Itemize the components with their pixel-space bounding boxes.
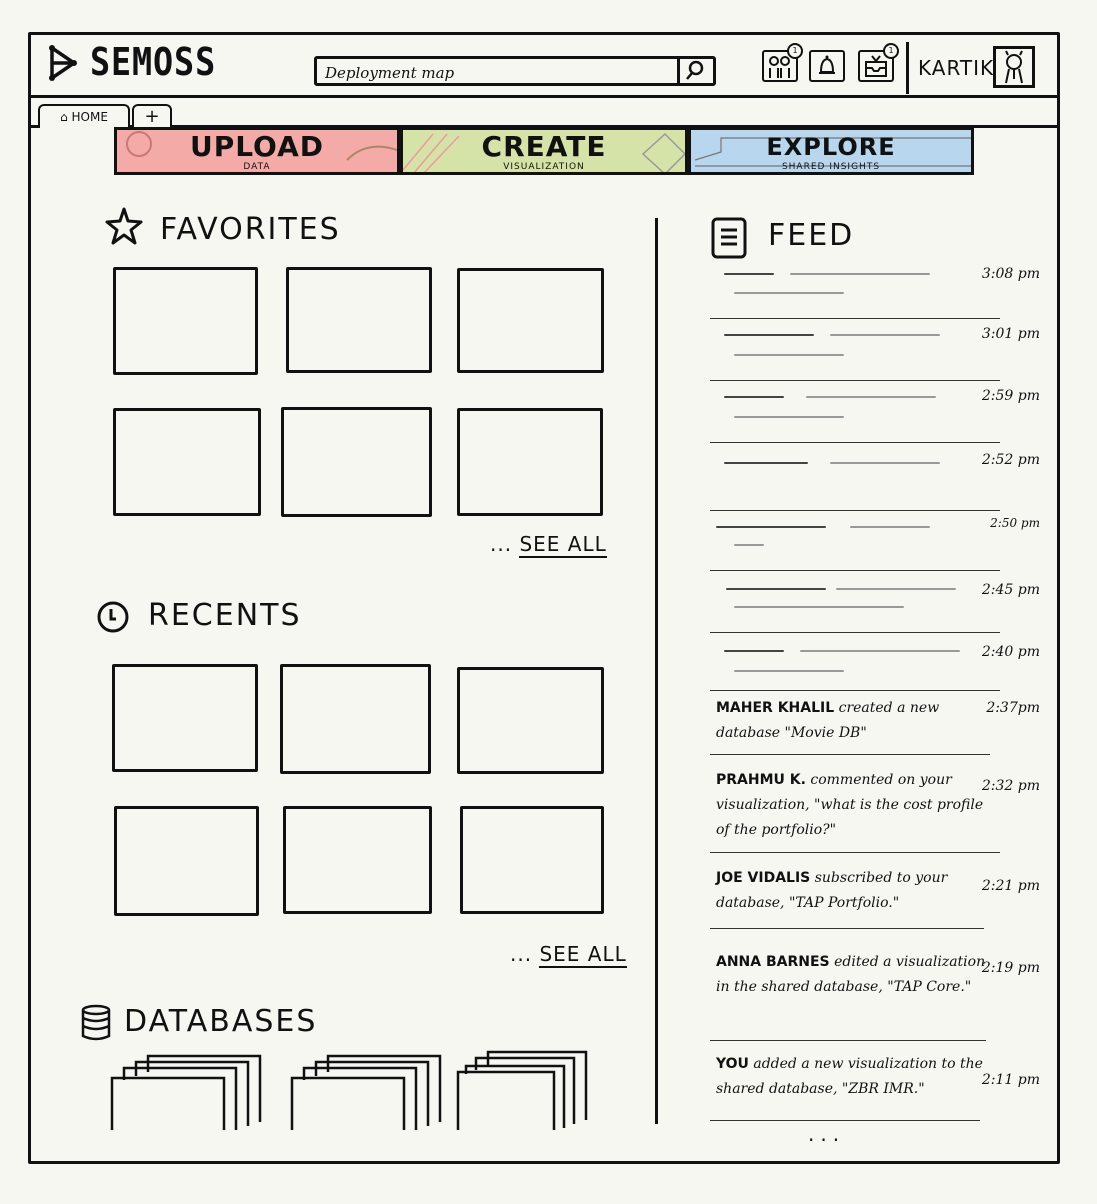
bell-icon	[819, 55, 835, 74]
feed-item-body: YOU added a new visualization to the sha…	[716, 1052, 986, 1102]
favorite-card[interactable]	[113, 408, 261, 516]
create-visualization-button[interactable]: CREATE VISUALIZATION	[400, 127, 688, 175]
tab-home[interactable]: ⌂ HOME	[38, 104, 130, 128]
favorite-card[interactable]	[457, 268, 604, 373]
feed-time: 2:21 pm	[981, 878, 1040, 894]
avatar[interactable]	[993, 46, 1035, 88]
feed-user[interactable]: MAHER KHALIL	[716, 700, 834, 716]
column-divider	[655, 218, 658, 1124]
feed-time: 2:59 pm	[981, 388, 1040, 404]
recent-card[interactable]	[460, 806, 604, 914]
favorites-see-all-ellipsis: ...	[490, 532, 513, 556]
feed-user[interactable]: YOU	[716, 1056, 749, 1072]
recent-card[interactable]	[114, 806, 259, 916]
feed-item[interactable]: YOU added a new visualization to the sha…	[710, 1052, 1040, 1124]
recent-card[interactable]	[280, 664, 431, 774]
feed-user[interactable]: ANNA BARNES	[716, 954, 830, 970]
database-stack[interactable]	[288, 1052, 448, 1132]
explore-subtitle: SHARED INSIGHTS	[781, 162, 881, 172]
app-logo-text[interactable]: SEMOSS	[90, 40, 216, 84]
tab-home-label: HOME	[71, 110, 108, 124]
feed-item-placeholder[interactable]: 2:59 pm	[710, 382, 1040, 443]
feed-time: 2:32 pm	[981, 778, 1040, 794]
upload-data-button[interactable]: UPLOAD DATA	[114, 127, 400, 175]
recent-card[interactable]	[457, 667, 604, 774]
inbox-button[interactable]: 1	[858, 43, 899, 82]
feed-time: 2:37pm	[986, 700, 1040, 716]
search-bar	[314, 56, 716, 86]
feed-item-placeholder[interactable]: 2:40 pm	[710, 640, 1040, 691]
feed-time: 3:01 pm	[981, 326, 1040, 342]
explore-title: EXPLORE	[766, 133, 896, 161]
feed-time: 2:19 pm	[981, 960, 1040, 976]
new-tab-button[interactable]: +	[132, 104, 172, 128]
feed-time: 2:45 pm	[981, 582, 1040, 598]
favorite-card[interactable]	[113, 267, 258, 375]
feed-time: 2:11 pm	[981, 1072, 1040, 1088]
feed-item-body: MAHER KHALIL created a new database "Mov…	[716, 696, 986, 746]
inbox-badge: 1	[883, 43, 899, 59]
favorites-title: FAVORITES	[160, 212, 341, 247]
recent-card[interactable]	[283, 806, 432, 914]
upload-title: UPLOAD	[189, 130, 325, 163]
search-icon	[686, 60, 704, 80]
feed-time: 2:52 pm	[981, 452, 1040, 468]
feed-item-placeholder[interactable]: 3:01 pm	[710, 322, 1040, 381]
feed-item-placeholder[interactable]: 2:50 pm	[710, 512, 1040, 571]
database-icon	[81, 1004, 111, 1041]
database-stack[interactable]	[108, 1052, 268, 1132]
clock-icon	[97, 601, 129, 633]
user-avatar-icon	[1005, 50, 1023, 84]
favorite-card[interactable]	[286, 267, 432, 373]
feed-time: 3:08 pm	[981, 266, 1040, 282]
notifications-button[interactable]	[809, 50, 845, 82]
semoss-logo-icon	[49, 45, 77, 81]
favorites-see-all-label: SEE ALL	[519, 532, 607, 558]
user-name[interactable]: KARTIK	[918, 56, 994, 80]
header-divider	[906, 42, 909, 94]
recent-card[interactable]	[112, 664, 258, 772]
favorite-card[interactable]	[457, 408, 603, 516]
feed-time: 2:50 pm	[990, 516, 1040, 530]
create-title: CREATE	[481, 130, 607, 163]
feed-user[interactable]: PRAHMU K.	[716, 772, 806, 788]
people-button[interactable]: 1	[762, 43, 803, 82]
feed-message: added a new visualization to the shared …	[716, 1056, 983, 1097]
feed-title: FEED	[768, 218, 855, 253]
feed-item[interactable]: ANNA BARNES edited a visualization in th…	[710, 950, 1040, 1041]
recents-see-all-ellipsis: ...	[510, 942, 533, 966]
recents-see-all-link[interactable]: ... SEE ALL	[510, 942, 627, 968]
databases-title: DATABASES	[124, 1004, 318, 1039]
favorites-see-all-link[interactable]: ... SEE ALL	[490, 532, 607, 558]
feed-item[interactable]: MAHER KHALIL created a new database "Mov…	[710, 696, 1040, 756]
database-stack[interactable]	[454, 1048, 604, 1132]
search-input[interactable]	[323, 61, 677, 85]
feed-item-body: PRAHMU K. commented on your visualizatio…	[716, 768, 986, 843]
explore-shared-insights-button[interactable]: EXPLORE SHARED INSIGHTS	[688, 127, 974, 175]
feed-item-body: JOE VIDALIS subscribed to your database,…	[716, 866, 986, 916]
feed-item-placeholder[interactable]: 3:08 pm	[710, 262, 1040, 319]
recents-title: RECENTS	[148, 598, 302, 633]
feed-item[interactable]: PRAHMU K. commented on your visualizatio…	[710, 768, 1040, 853]
feed-time: 2:40 pm	[981, 644, 1040, 660]
home-icon: ⌂	[60, 110, 68, 124]
star-icon	[105, 207, 143, 245]
search-button[interactable]	[677, 58, 714, 84]
feed-user[interactable]: JOE VIDALIS	[716, 870, 810, 886]
feed-more-link[interactable]: ...	[808, 1122, 845, 1146]
feed-item-placeholder[interactable]: 2:52 pm	[710, 446, 1040, 511]
people-badge: 1	[787, 43, 803, 59]
recents-see-all-label: SEE ALL	[539, 942, 627, 968]
favorite-card[interactable]	[281, 407, 432, 517]
upload-subtitle: DATA	[243, 162, 271, 172]
feed-item-placeholder[interactable]: 2:45 pm	[710, 578, 1040, 634]
feed-item[interactable]: JOE VIDALIS subscribed to your database,…	[710, 866, 1040, 929]
feed-document-icon	[711, 217, 747, 259]
create-subtitle: VISUALIZATION	[503, 162, 585, 172]
feed-item-body: ANNA BARNES edited a visualization in th…	[716, 950, 986, 1000]
tab-bar	[28, 98, 1060, 128]
